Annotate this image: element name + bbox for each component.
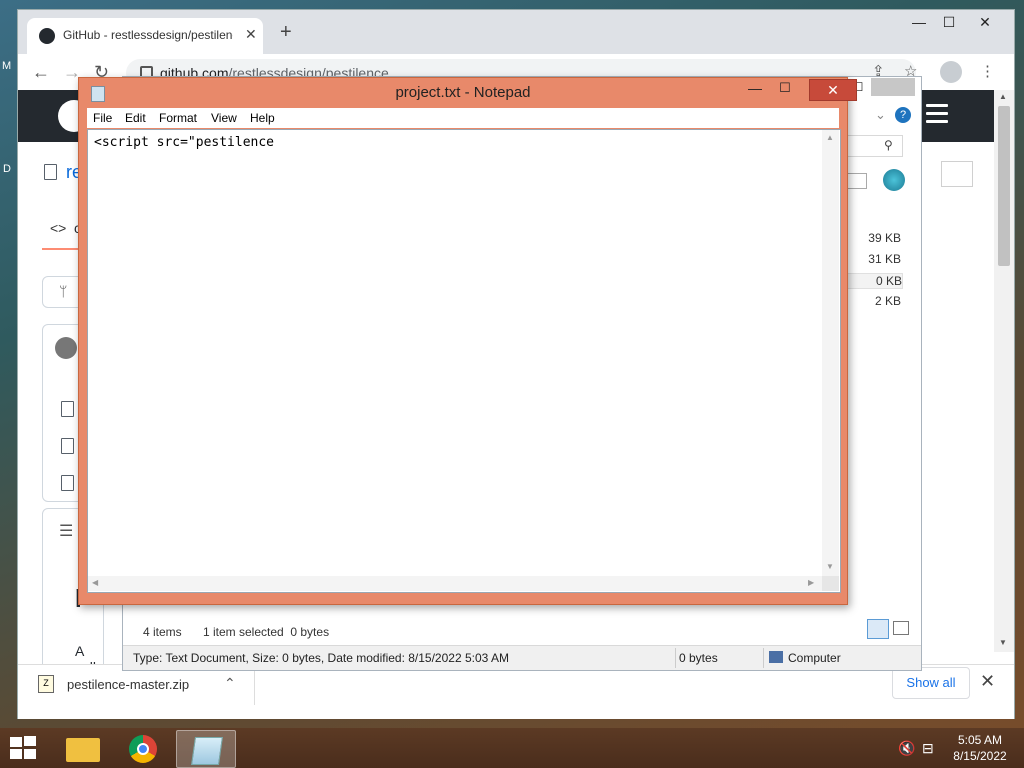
taskbar-chrome[interactable] [114, 730, 172, 766]
browser-tab[interactable]: GitHub - restlessdesign/pestilence ✕ [27, 18, 263, 54]
folder-icon [66, 738, 100, 762]
close-button[interactable]: ✕ [970, 14, 1000, 31]
tab-strip: GitHub - restlessdesign/pestilence ✕ + —… [18, 10, 1014, 54]
repo-icon [44, 164, 57, 180]
committer-avatar[interactable] [55, 337, 77, 359]
status-selection: 1 item selected 0 bytes [203, 625, 330, 639]
file-icon [61, 438, 74, 454]
scroll-down-icon[interactable]: ▼ [999, 638, 1007, 647]
divider [254, 671, 255, 705]
close-download-bar-icon[interactable]: ✕ [980, 671, 995, 692]
details-view-icon[interactable] [867, 619, 889, 639]
text-editor[interactable]: <script src="pestilence ▲ ▼ ◀ ▶ [87, 129, 841, 593]
scroll-down-icon[interactable]: ▼ [826, 562, 834, 571]
minimize-button[interactable]: — [741, 80, 769, 100]
editor-content[interactable]: <script src="pestilence [94, 135, 274, 150]
view-dropdown[interactable] [941, 161, 973, 187]
shell-icon[interactable] [883, 169, 905, 191]
divider [675, 648, 676, 668]
desktop-icon-label: D [3, 163, 11, 175]
divider [763, 648, 764, 668]
vertical-scrollbar[interactable]: ▲ ▼ [822, 130, 839, 576]
search-icon: ⚲ [884, 138, 893, 152]
menu-format[interactable]: Format [159, 111, 197, 125]
file-size: 39 KB [868, 231, 901, 245]
taskbar: 🔇 ⊟ 5:05 AM 8/15/2022 [0, 728, 1024, 768]
notepad-window: project.txt - Notepad — ☐ ✕ File Edit Fo… [78, 77, 857, 605]
file-icon [61, 401, 74, 417]
file-size-selected: 0 KB [841, 273, 903, 289]
download-file-name[interactable]: pestilence-master.zip [67, 677, 189, 692]
github-favicon-icon [39, 28, 55, 44]
chrome-icon [129, 735, 157, 763]
system-clock[interactable]: 5:05 AM 8/15/2022 [940, 732, 1020, 764]
desktop-icon-label: M [2, 60, 12, 72]
explorer-details-bar: Type: Text Document, Size: 0 bytes, Date… [123, 645, 921, 670]
menu-bar: File Edit Format View Help [87, 108, 839, 128]
page-scrollbar[interactable]: ▲ ▼ [994, 90, 1014, 652]
menu-file[interactable]: File [93, 111, 112, 125]
preview-pane-icon[interactable] [845, 173, 867, 189]
explorer-close-button[interactable] [871, 78, 915, 96]
search-box[interactable]: ⚲ [843, 135, 903, 157]
list-icon[interactable]: ☰ [59, 521, 73, 541]
computer-icon [769, 651, 783, 663]
speaker-muted-icon[interactable]: 🔇 [898, 740, 915, 757]
menu-help[interactable]: Help [250, 111, 275, 125]
branch-icon: ᛘ [59, 283, 68, 299]
maximize-button[interactable]: ☐ [934, 14, 964, 31]
taskbar-file-explorer[interactable] [54, 730, 112, 766]
notepad-title: project.txt - Notepad [395, 84, 531, 101]
scroll-up-icon[interactable]: ▲ [999, 92, 1007, 101]
scrollbar-corner [822, 576, 839, 591]
menu-edit[interactable]: Edit [125, 111, 146, 125]
scroll-right-icon[interactable]: ▶ [808, 578, 814, 587]
notepad-icon [191, 737, 223, 765]
start-button[interactable] [10, 736, 38, 760]
close-button[interactable]: ✕ [809, 79, 857, 101]
code-icon: <> [50, 220, 67, 236]
menu-view[interactable]: View [211, 111, 237, 125]
minimize-button[interactable]: — [904, 14, 934, 30]
large-icons-view-icon[interactable] [893, 621, 909, 635]
menu-dots-icon[interactable]: ⋮ [980, 62, 995, 80]
clock-time: 5:05 AM [957, 733, 1003, 747]
status-item-count: 4 items [143, 625, 182, 639]
scroll-left-icon[interactable]: ◀ [92, 578, 98, 587]
clock-date: 8/15/2022 [953, 749, 1007, 763]
hamburger-menu-icon[interactable] [926, 104, 948, 123]
back-icon[interactable]: ← [32, 62, 50, 83]
details-text: Type: Text Document, Size: 0 bytes, Date… [133, 651, 509, 665]
details-location: Computer [788, 651, 841, 665]
help-icon[interactable]: ? [895, 107, 911, 123]
profile-avatar[interactable] [940, 61, 962, 83]
tab-title: GitHub - restlessdesign/pestilence [63, 28, 233, 42]
download-bar: Z pestilence-master.zip ⌃ Show all ✕ [18, 664, 1014, 719]
new-tab-button[interactable]: + [280, 22, 292, 42]
details-size: 0 bytes [679, 651, 718, 665]
zip-file-icon: Z [38, 675, 54, 693]
file-icon [61, 475, 74, 491]
file-size: 2 KB [874, 294, 901, 308]
chevron-up-icon[interactable]: ⌃ [224, 675, 236, 692]
tab-close-icon[interactable]: ✕ [245, 26, 257, 43]
scroll-up-icon[interactable]: ▲ [826, 133, 834, 142]
show-all-button[interactable]: Show all [892, 667, 970, 699]
file-size: 31 KB [868, 252, 901, 266]
taskbar-notepad[interactable] [176, 730, 236, 768]
chevron-down-icon[interactable]: ⌄ [875, 107, 886, 123]
horizontal-scrollbar[interactable]: ◀ ▶ [88, 576, 822, 591]
maximize-button[interactable]: ☐ [771, 80, 799, 100]
scrollbar-thumb[interactable] [998, 106, 1010, 266]
network-icon[interactable]: ⊟ [922, 740, 934, 757]
